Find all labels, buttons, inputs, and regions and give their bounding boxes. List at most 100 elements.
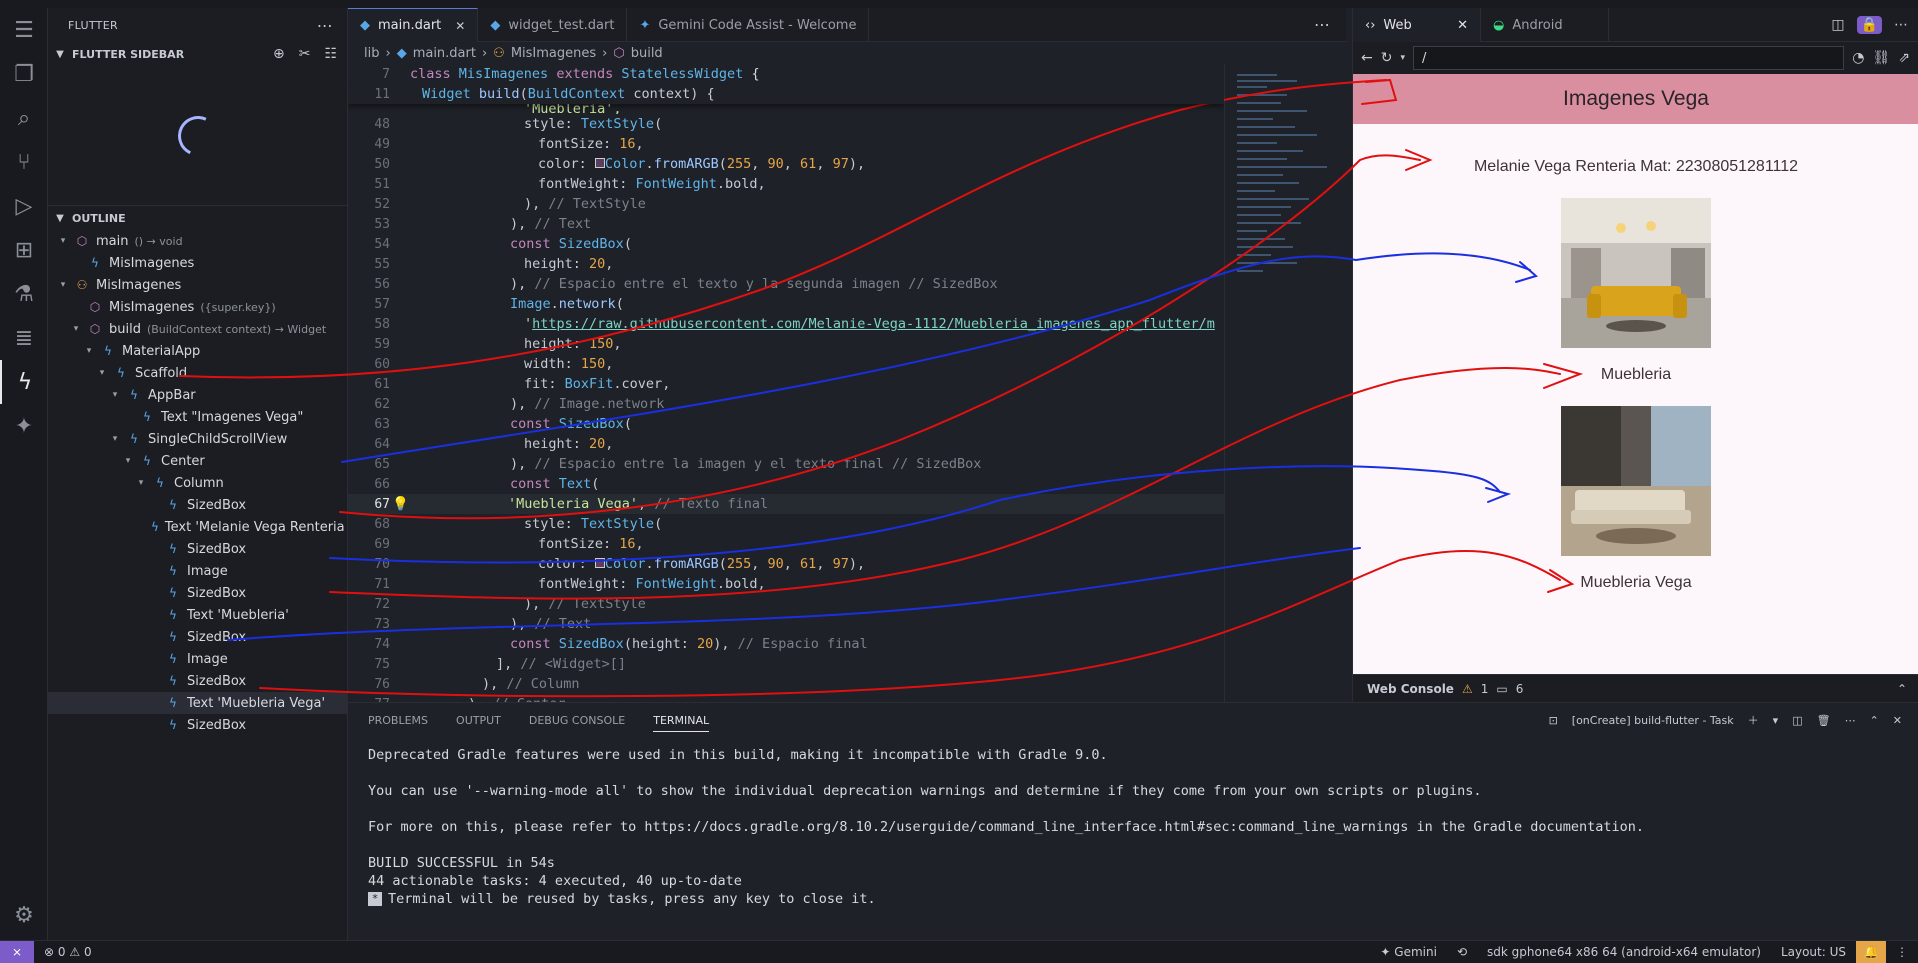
list-icon[interactable]: ☷ bbox=[324, 46, 337, 62]
close-icon[interactable]: ✕ bbox=[1457, 18, 1468, 33]
device-status[interactable]: sdk gphone64 x86 64 (android-x64 emulato… bbox=[1477, 945, 1771, 959]
tab-debug-console[interactable]: DEBUG CONSOLE bbox=[529, 714, 625, 727]
outline-item[interactable]: ▾ ⬡ main () → void bbox=[48, 230, 347, 252]
remote-icon[interactable]: ⨯ bbox=[0, 940, 34, 963]
link-icon[interactable]: ⛓ bbox=[1872, 50, 1890, 66]
outline-item[interactable]: ▾ ϟ AppBar bbox=[48, 384, 347, 406]
breadcrumb-item[interactable]: MisImagenes bbox=[511, 46, 596, 61]
chevron-down-icon[interactable]: ▾ bbox=[108, 390, 122, 400]
outline-item[interactable]: ϟ Text 'Muebleria' bbox=[48, 604, 347, 626]
chevron-down-icon[interactable]: ▾ bbox=[1400, 53, 1405, 63]
extensions-icon[interactable]: ⊞ bbox=[0, 228, 48, 272]
flutter-icon[interactable]: ϟ bbox=[0, 360, 48, 404]
more-actions-icon[interactable]: ⋯ bbox=[1894, 17, 1908, 33]
trash-icon[interactable]: 🗑 bbox=[1817, 714, 1831, 727]
outline-item[interactable]: ▾ ⬡ build (BuildContext context) → Widget bbox=[48, 318, 347, 340]
chevron-up-icon[interactable]: ⌃ bbox=[1897, 682, 1907, 696]
bell-icon[interactable]: 🔔 bbox=[1856, 940, 1886, 963]
outline-list-icon[interactable]: ≣ bbox=[0, 316, 48, 360]
web-app-viewport[interactable]: Imagenes Vega Melanie Vega Renteria Mat:… bbox=[1353, 74, 1918, 674]
breadcrumb-item[interactable]: build bbox=[631, 46, 663, 61]
tab-problems[interactable]: PROBLEMS bbox=[368, 714, 428, 727]
outline-item[interactable]: ▾ ϟ Column bbox=[48, 472, 347, 494]
run-debug-icon[interactable]: ▷ bbox=[0, 184, 48, 228]
explorer-icon[interactable]: ❐ bbox=[0, 52, 48, 96]
settings-gear-icon[interactable]: ⚙ bbox=[0, 893, 48, 937]
chevron-down-icon[interactable]: ▾ bbox=[1773, 714, 1779, 727]
outline-tree: ▾ ⬡ main () → void ϟ MisImagenes ▾ ⚇ MisImagenes… bbox=[48, 230, 347, 736]
outline-item[interactable]: ϟ SizedBox bbox=[48, 538, 347, 560]
close-icon[interactable]: ✕ bbox=[1893, 714, 1902, 727]
outline-item[interactable]: ϟ SizedBox bbox=[48, 494, 347, 516]
notifications-icon[interactable]: ⋮ bbox=[1886, 945, 1918, 959]
outline-item[interactable]: ϟ SizedBox bbox=[48, 714, 347, 736]
outline-section[interactable]: ▼ OUTLINE bbox=[48, 206, 347, 230]
chevron-down-icon[interactable]: ▾ bbox=[56, 236, 70, 246]
tab-widget-test[interactable]: ◆ widget_test.dart bbox=[478, 8, 628, 42]
outline-item[interactable]: ▾ ϟ MaterialApp bbox=[48, 340, 347, 362]
url-input[interactable]: / bbox=[1413, 46, 1845, 70]
testing-icon[interactable]: ⚗ bbox=[0, 272, 48, 316]
web-console-bar[interactable]: Web Console ⚠ 1 ▭ 6 ⌃ bbox=[1353, 674, 1918, 702]
breadcrumb-item[interactable]: lib bbox=[364, 46, 379, 61]
terminal-line: Deprecated Gradle features were used in … bbox=[368, 747, 1108, 763]
menu-icon[interactable]: ☰ bbox=[0, 8, 48, 52]
split-terminal-icon[interactable]: ◫ bbox=[1792, 714, 1802, 727]
outline-item[interactable]: ϟ Text "Imagenes Vega" bbox=[48, 406, 347, 428]
outline-item[interactable]: ϟ Text 'Muebleria Vega' bbox=[48, 692, 347, 714]
lock-icon[interactable]: 🔒 bbox=[1856, 15, 1882, 34]
search-icon[interactable]: ⌕ bbox=[0, 96, 48, 140]
problems-status[interactable]: ⊗ 0 ⚠ 0 bbox=[34, 945, 102, 959]
new-folder-icon[interactable]: ⊕ bbox=[273, 46, 285, 62]
chevron-down-icon[interactable]: ▾ bbox=[121, 456, 135, 466]
chevron-down-icon[interactable]: ▾ bbox=[134, 478, 148, 488]
outline-item[interactable]: ϟ SizedBox bbox=[48, 626, 347, 648]
more-actions-icon[interactable]: ⋯ bbox=[1314, 15, 1330, 34]
chevron-down-icon[interactable]: ▾ bbox=[69, 324, 83, 334]
outline-item[interactable]: ▾ ⚇ MisImagenes bbox=[48, 274, 347, 296]
tools-icon[interactable]: ✂ bbox=[299, 46, 311, 62]
minimap[interactable] bbox=[1224, 64, 1346, 702]
open-external-icon[interactable]: ⇗ bbox=[1898, 50, 1910, 66]
outline-item[interactable]: ϟ Image bbox=[48, 560, 347, 582]
outline-item[interactable]: ϟ SizedBox bbox=[48, 582, 347, 604]
performance-icon[interactable]: ◔ bbox=[1852, 50, 1864, 66]
lightbulb-icon[interactable]: 💡 bbox=[392, 496, 409, 512]
tab-gemini-welcome[interactable]: ✦ Gemini Code Assist - Welcome bbox=[627, 8, 870, 42]
source-control-icon[interactable]: ⑂ bbox=[0, 140, 48, 184]
reload-icon[interactable]: ↻ bbox=[1381, 50, 1393, 66]
gemini-icon[interactable]: ✦ bbox=[0, 404, 48, 448]
tab-output[interactable]: OUTPUT bbox=[456, 714, 501, 727]
tab-terminal[interactable]: TERMINAL bbox=[653, 709, 710, 732]
task-name[interactable]: [onCreate] build-flutter - Task bbox=[1572, 714, 1734, 727]
more-actions-icon[interactable]: ⋯ bbox=[317, 16, 333, 35]
more-actions-icon[interactable]: ⋯ bbox=[1845, 714, 1856, 727]
tab-android[interactable]: ◒ Android bbox=[1481, 8, 1609, 42]
chat-icon[interactable]: ⟲ bbox=[1447, 945, 1477, 959]
code-area[interactable]: 7 class MisImagenes extends StatelessWidg… bbox=[348, 64, 1224, 702]
outline-item[interactable]: ϟ SizedBox bbox=[48, 670, 347, 692]
tab-main-dart[interactable]: ◆ main.dart ✕ bbox=[348, 8, 479, 42]
close-icon[interactable]: ✕ bbox=[455, 19, 465, 33]
tab-web[interactable]: ‹› Web ✕ bbox=[1353, 8, 1481, 42]
outline-item[interactable]: ⬡ MisImagenes ({super.key}) bbox=[48, 296, 347, 318]
outline-item[interactable]: ϟ MisImagenes bbox=[48, 252, 347, 274]
outline-item[interactable]: ▾ ϟ SingleChildScrollView bbox=[48, 428, 347, 450]
chevron-down-icon[interactable]: ▾ bbox=[108, 434, 122, 444]
add-terminal-icon[interactable]: ＋ bbox=[1748, 712, 1759, 728]
outline-item[interactable]: ▾ ϟ Center bbox=[48, 450, 347, 472]
chevron-down-icon[interactable]: ▾ bbox=[82, 346, 96, 356]
outline-item[interactable]: ▾ ϟ Scaffold bbox=[48, 362, 347, 384]
gemini-status[interactable]: ✦ Gemini bbox=[1370, 945, 1447, 959]
chevron-down-icon[interactable]: ▾ bbox=[56, 280, 70, 290]
maximize-panel-icon[interactable]: ⌃ bbox=[1870, 714, 1879, 727]
outline-item[interactable]: ϟ Text 'Melanie Vega Renteria Ma... bbox=[48, 516, 347, 538]
keyboard-layout[interactable]: Layout: US bbox=[1771, 945, 1856, 959]
outline-item[interactable]: ϟ Image bbox=[48, 648, 347, 670]
chevron-down-icon[interactable]: ▾ bbox=[95, 368, 109, 378]
terminal-output[interactable]: Deprecated Gradle features were used in … bbox=[348, 737, 1918, 919]
split-view-icon[interactable]: ◫ bbox=[1831, 17, 1844, 33]
breadcrumb-item[interactable]: main.dart bbox=[413, 46, 476, 61]
back-arrow-icon[interactable]: ← bbox=[1361, 50, 1373, 66]
flutter-sidebar-section[interactable]: ▼ FLUTTER SIDEBAR ⊕ ✂ ☷ bbox=[48, 42, 347, 66]
